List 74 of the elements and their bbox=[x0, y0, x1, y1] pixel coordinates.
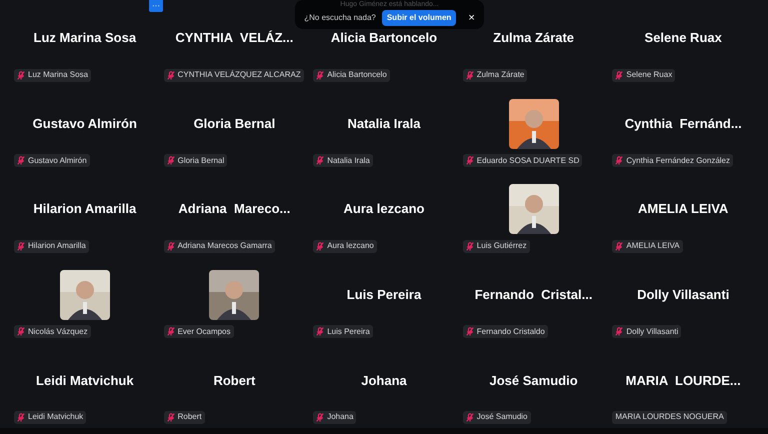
participant-name: Dolly Villasanti bbox=[637, 286, 730, 304]
participant-label: Luis Gutiérrez bbox=[476, 240, 527, 252]
muted-microphone-icon bbox=[166, 70, 175, 80]
more-button[interactable]: ··· bbox=[149, 0, 163, 12]
muted-microphone-icon bbox=[166, 242, 175, 251]
participant-label: Fernando Cristaldo bbox=[476, 326, 545, 338]
participant-label: Zulma Zárate bbox=[476, 69, 524, 82]
participant-label: Nicolás Vázquez bbox=[28, 326, 88, 338]
participant-label: Natalia Irala bbox=[327, 154, 370, 167]
participant-label: Aura lezcano bbox=[327, 240, 374, 252]
muted-microphone-icon bbox=[166, 327, 175, 336]
muted-microphone-icon bbox=[466, 156, 474, 166]
participant-label: Cynthia Fernández González bbox=[626, 154, 730, 167]
participant-label: Gloria Bernal bbox=[178, 154, 224, 167]
muted-microphone-icon bbox=[466, 242, 474, 251]
participant-label: Adriana Marecos Gamarra bbox=[178, 240, 272, 252]
participant-name: Fernando Cristal... bbox=[474, 286, 592, 304]
muted-microphone-icon bbox=[316, 156, 324, 166]
muted-microphone-icon bbox=[316, 412, 324, 422]
participant-name: AMELIA LEIVA bbox=[638, 200, 728, 218]
participant-name: Johana bbox=[361, 372, 407, 390]
participant-label: Gustavo Almirón bbox=[28, 154, 87, 167]
muted-microphone-icon bbox=[466, 412, 474, 422]
participant-label: AMELIA LEIVA bbox=[626, 240, 680, 252]
participant-name: Luz Marina Sosa bbox=[34, 29, 136, 48]
participant-name: Gustavo Almirón bbox=[32, 114, 137, 133]
volume-up-button[interactable]: Subir el volumen bbox=[382, 10, 456, 26]
participant-name: José Samudio bbox=[490, 372, 578, 390]
muted-microphone-icon bbox=[17, 70, 25, 80]
participant-label: Luis Pereira bbox=[327, 326, 370, 338]
toast-message: ¿No escucha nada? bbox=[304, 12, 376, 24]
participant-label: Hilarion Amarilla bbox=[28, 240, 86, 252]
participant-label: Dolly Villasanti bbox=[626, 326, 678, 338]
participant-label: MARIA LOURDES NOGUERA bbox=[615, 411, 724, 424]
participant-name: Zulma Zárate bbox=[493, 29, 574, 48]
participant-name: Gloria Bernal bbox=[194, 114, 276, 133]
participant-name: MARIA LOURDE... bbox=[626, 372, 741, 390]
participant-name: Cynthia Fernánd... bbox=[624, 114, 742, 133]
participant-name: Adriana Mareco... bbox=[178, 200, 290, 218]
participant-name: Alicia Bartoncelo bbox=[330, 29, 438, 48]
close-button[interactable]: × bbox=[468, 12, 475, 24]
muted-microphone-icon bbox=[316, 327, 324, 336]
muted-microphone-icon bbox=[17, 156, 25, 166]
muted-microphone-icon bbox=[615, 70, 624, 80]
muted-microphone-icon bbox=[615, 156, 624, 166]
muted-microphone-icon bbox=[316, 242, 324, 251]
participant-label: Robert bbox=[178, 411, 202, 424]
participant-label: Eduardo SOSA DUARTE SD bbox=[476, 154, 580, 167]
muted-microphone-icon bbox=[166, 156, 175, 166]
participant-label: Leidi Matvichuk bbox=[28, 411, 84, 424]
participant-label: Ever Ocampos bbox=[178, 326, 230, 338]
participant-label: Luz Marina Sosa bbox=[28, 69, 88, 82]
participant-name: CYNTHIA VELÁZ... bbox=[175, 29, 294, 48]
muted-microphone-icon bbox=[17, 327, 25, 336]
participant-name: Selene Ruax bbox=[644, 29, 722, 48]
participant-label: CYNTHIA VELÁZQUEZ ALCARAZ bbox=[178, 69, 301, 82]
participant-label: Alicia Bartoncelo bbox=[327, 69, 387, 82]
participant-name: Leidi Matvichuk bbox=[36, 372, 134, 390]
participant-name: Luis Pereira bbox=[346, 286, 422, 304]
muted-microphone-icon bbox=[166, 412, 175, 422]
participant-name: Hilarion Amarilla bbox=[33, 200, 136, 218]
participant-label: José Samudio bbox=[476, 411, 528, 424]
muted-microphone-icon bbox=[466, 70, 474, 80]
participant-name: Natalia Irala bbox=[347, 114, 420, 133]
muted-microphone-icon bbox=[466, 327, 474, 336]
participant-name: Robert bbox=[213, 372, 256, 390]
muted-microphone-icon bbox=[17, 412, 25, 422]
participant-label: Johana bbox=[327, 411, 354, 424]
muted-microphone-icon bbox=[615, 327, 624, 336]
muted-microphone-icon bbox=[615, 242, 624, 251]
muted-microphone-icon bbox=[17, 242, 25, 251]
participant-name: Aura lezcano bbox=[344, 200, 424, 218]
participant-label: Selene Ruax bbox=[626, 69, 672, 82]
muted-microphone-icon bbox=[316, 70, 324, 80]
